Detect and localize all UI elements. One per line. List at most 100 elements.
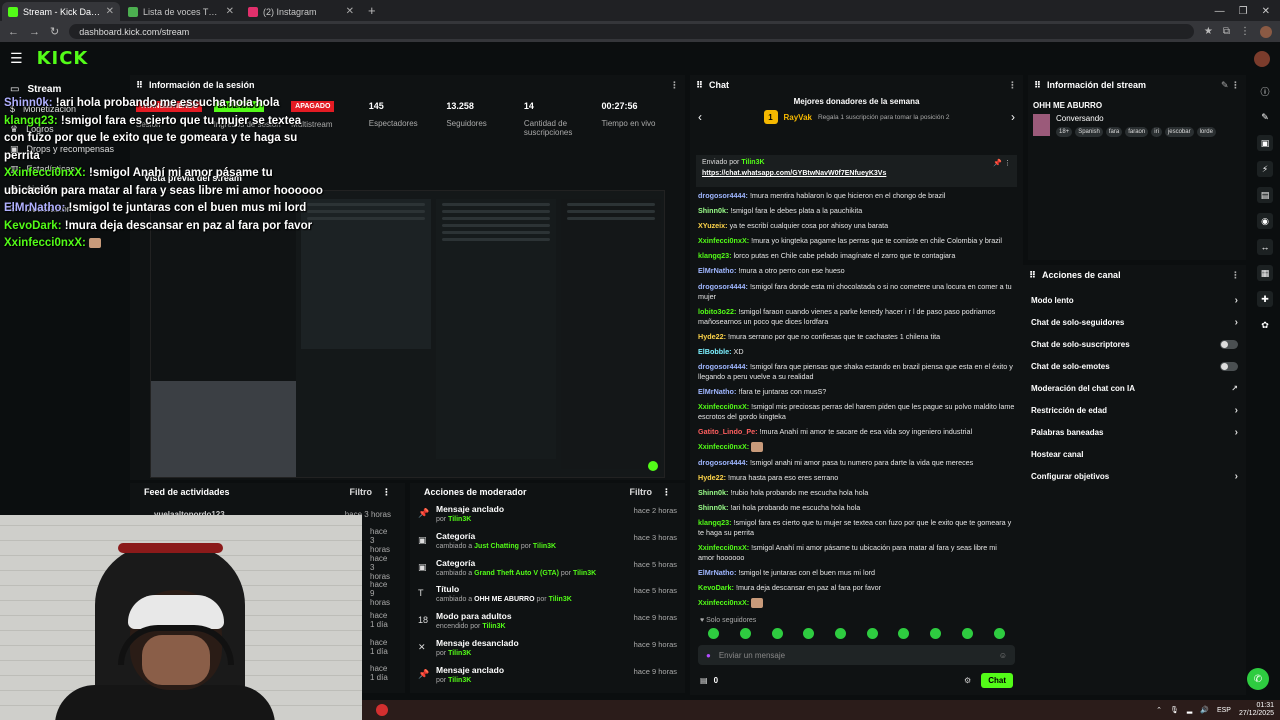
reload-icon[interactable]: ↻: [50, 25, 59, 38]
new-tab-icon[interactable]: +: [360, 3, 384, 21]
chat-username[interactable]: XYuzeix:: [698, 221, 728, 230]
chat-username[interactable]: ElBobble:: [698, 347, 732, 356]
emotes-only-toggle[interactable]: [1220, 361, 1238, 371]
info-icon[interactable]: ⓘ: [1257, 83, 1273, 99]
panel-menu-icon[interactable]: ⋮: [1231, 270, 1240, 281]
chat-input[interactable]: ● Enviar un mensaje ☺: [698, 645, 1015, 666]
edit-icon[interactable]: ✎ ⋮: [1221, 80, 1240, 91]
chat-username[interactable]: klangq23:: [698, 251, 732, 260]
emote-icon[interactable]: [740, 628, 752, 640]
chat-username[interactable]: drogosor4444:: [698, 362, 748, 371]
pencil-icon[interactable]: ✎: [1257, 109, 1273, 125]
panel-menu-icon[interactable]: ⋮: [1008, 80, 1017, 91]
grid-icon[interactable]: ▦: [1257, 265, 1273, 281]
close-window-icon[interactable]: ✕: [1262, 6, 1270, 17]
menu-dots-icon[interactable]: ⋮: [1240, 26, 1250, 37]
chat-username[interactable]: lobito3o22:: [698, 307, 736, 316]
mic-icon[interactable]: ●: [706, 651, 711, 660]
mod-action-by[interactable]: Tilin3K: [448, 677, 471, 684]
screen-icon[interactable]: ▣: [1257, 135, 1273, 151]
list-icon[interactable]: ▤: [1257, 187, 1273, 203]
mod-action-by[interactable]: Tilin3K: [482, 623, 505, 630]
browser-profile-avatar[interactable]: [1260, 25, 1272, 38]
chevron-left-icon[interactable]: ‹: [698, 110, 702, 124]
drag-handle-icon[interactable]: ⠿: [136, 80, 143, 91]
maximize-icon[interactable]: ❐: [1239, 6, 1248, 17]
emote-icon[interactable]: [803, 628, 815, 640]
mod-action-by[interactable]: Tilin3K: [448, 516, 471, 523]
chevron-right-icon[interactable]: ›: [1011, 110, 1015, 124]
chat-username[interactable]: Gatito_Lindo_Pe:: [698, 427, 758, 436]
tab-stream-dashboard[interactable]: Stream - Kick Dashboard ✕: [2, 2, 120, 21]
action-ai-moderation[interactable]: Moderación del chat con IA ↗: [1023, 377, 1246, 399]
kick-logo[interactable]: KICK: [37, 48, 89, 69]
chat-username[interactable]: ElMrNatho:: [698, 568, 736, 577]
chat-username[interactable]: drogosor4444:: [698, 191, 748, 200]
action-followers-only[interactable]: Chat de solo-seguidores ›: [1023, 311, 1246, 333]
chat-username[interactable]: KevoDark:: [698, 583, 734, 592]
chat-username[interactable]: ElMrNatho:: [698, 266, 736, 275]
chat-username[interactable]: Xxinfecci0nxX:: [698, 236, 749, 245]
mod-action-by[interactable]: Tilin3K: [573, 570, 596, 577]
hamburger-menu-icon[interactable]: ☰: [10, 50, 23, 67]
drag-handle-icon[interactable]: ⠿: [1029, 270, 1036, 281]
mod-action-by[interactable]: Tilin3K: [448, 650, 471, 657]
emote-icon[interactable]: [866, 628, 878, 640]
panel-menu-icon[interactable]: ⋮: [382, 487, 391, 498]
chat-username[interactable]: Hyde22:: [698, 332, 726, 341]
emoji-icon[interactable]: ☺: [999, 651, 1007, 660]
filter-button[interactable]: Filtro: [350, 487, 373, 497]
forward-icon[interactable]: →: [29, 26, 40, 38]
minimize-icon[interactable]: —: [1215, 6, 1225, 17]
category-name[interactable]: Conversando: [1056, 114, 1216, 123]
chat-username[interactable]: Xxinfecci0nxX:: [698, 402, 749, 411]
action-slow-mode[interactable]: Modo lento ›: [1023, 289, 1246, 311]
pinned-link[interactable]: https://chat.whatsapp.com/GYBtwNavW0f7EN…: [702, 170, 1011, 177]
clock[interactable]: 01:31 27/12/2025: [1239, 702, 1274, 718]
drag-handle-icon[interactable]: ⠿: [1034, 80, 1041, 91]
extensions-icon[interactable]: ⧉: [1223, 26, 1230, 37]
emote-icon[interactable]: [771, 628, 783, 640]
filter-button[interactable]: Filtro: [630, 487, 653, 497]
emote-icon[interactable]: [835, 628, 847, 640]
lightning-icon[interactable]: ⚡: [1257, 161, 1273, 177]
close-tab-icon[interactable]: ✕: [106, 6, 114, 17]
volume-icon[interactable]: 🔊: [1200, 706, 1209, 714]
close-tab-icon[interactable]: ✕: [346, 6, 354, 17]
action-configure-goals[interactable]: Configurar objetivos ›: [1023, 465, 1246, 487]
panel-menu-icon[interactable]: ⋮: [670, 80, 679, 91]
tab-tts-voices[interactable]: Lista de voces TTS de LordEmp ✕: [122, 2, 240, 21]
back-icon[interactable]: ←: [8, 26, 19, 38]
chat-username[interactable]: Shinn0k:: [698, 206, 728, 215]
chat-username[interactable]: klangq23:: [698, 518, 732, 527]
emote-icon[interactable]: [993, 628, 1005, 640]
chat-username[interactable]: Shinn0k:: [698, 503, 728, 512]
mod-action-by[interactable]: Tilin3K: [549, 596, 572, 603]
chat-username[interactable]: Xxinfecci0nxX:: [698, 598, 749, 607]
gear-icon[interactable]: ⚙: [964, 676, 971, 685]
action-age-restriction[interactable]: Restricción de edad ›: [1023, 399, 1246, 421]
action-banned-words[interactable]: Palabras baneadas ›: [1023, 421, 1246, 443]
bookmark-star-icon[interactable]: ★: [1204, 26, 1213, 37]
mic-icon[interactable]: 🎙: [1170, 706, 1179, 714]
url-field[interactable]: dashboard.kick.com/stream: [69, 24, 1194, 39]
chat-username[interactable]: Xxinfecci0nxX:: [698, 543, 749, 552]
panel-menu-icon[interactable]: ⋮: [662, 487, 671, 498]
chat-username[interactable]: Shinn0k:: [698, 488, 728, 497]
subscribers-only-toggle[interactable]: [1220, 339, 1238, 349]
mod-action-by[interactable]: Tilin3K: [533, 543, 556, 550]
wifi-icon[interactable]: ▂: [1187, 706, 1192, 714]
action-host-channel[interactable]: Hostear canal: [1023, 443, 1246, 465]
chat-username[interactable]: drogosor4444:: [698, 458, 748, 467]
chat-bubble-icon[interactable]: ◉: [1257, 213, 1273, 229]
send-chat-button[interactable]: Chat: [981, 673, 1013, 689]
chat-username[interactable]: ElMrNatho:: [698, 387, 736, 396]
wrench-icon[interactable]: ✚: [1257, 291, 1273, 307]
tab-instagram[interactable]: (2) Instagram ✕: [242, 2, 360, 21]
drag-handle-icon[interactable]: ⠿: [696, 80, 703, 91]
pin-icon[interactable]: 📌 ⋮: [993, 159, 1011, 167]
close-tab-icon[interactable]: ✕: [226, 6, 234, 17]
pinned-by-user[interactable]: Tilin3K: [741, 159, 764, 166]
expand-icon[interactable]: ↔: [1257, 239, 1273, 255]
emote-icon[interactable]: [961, 628, 973, 640]
